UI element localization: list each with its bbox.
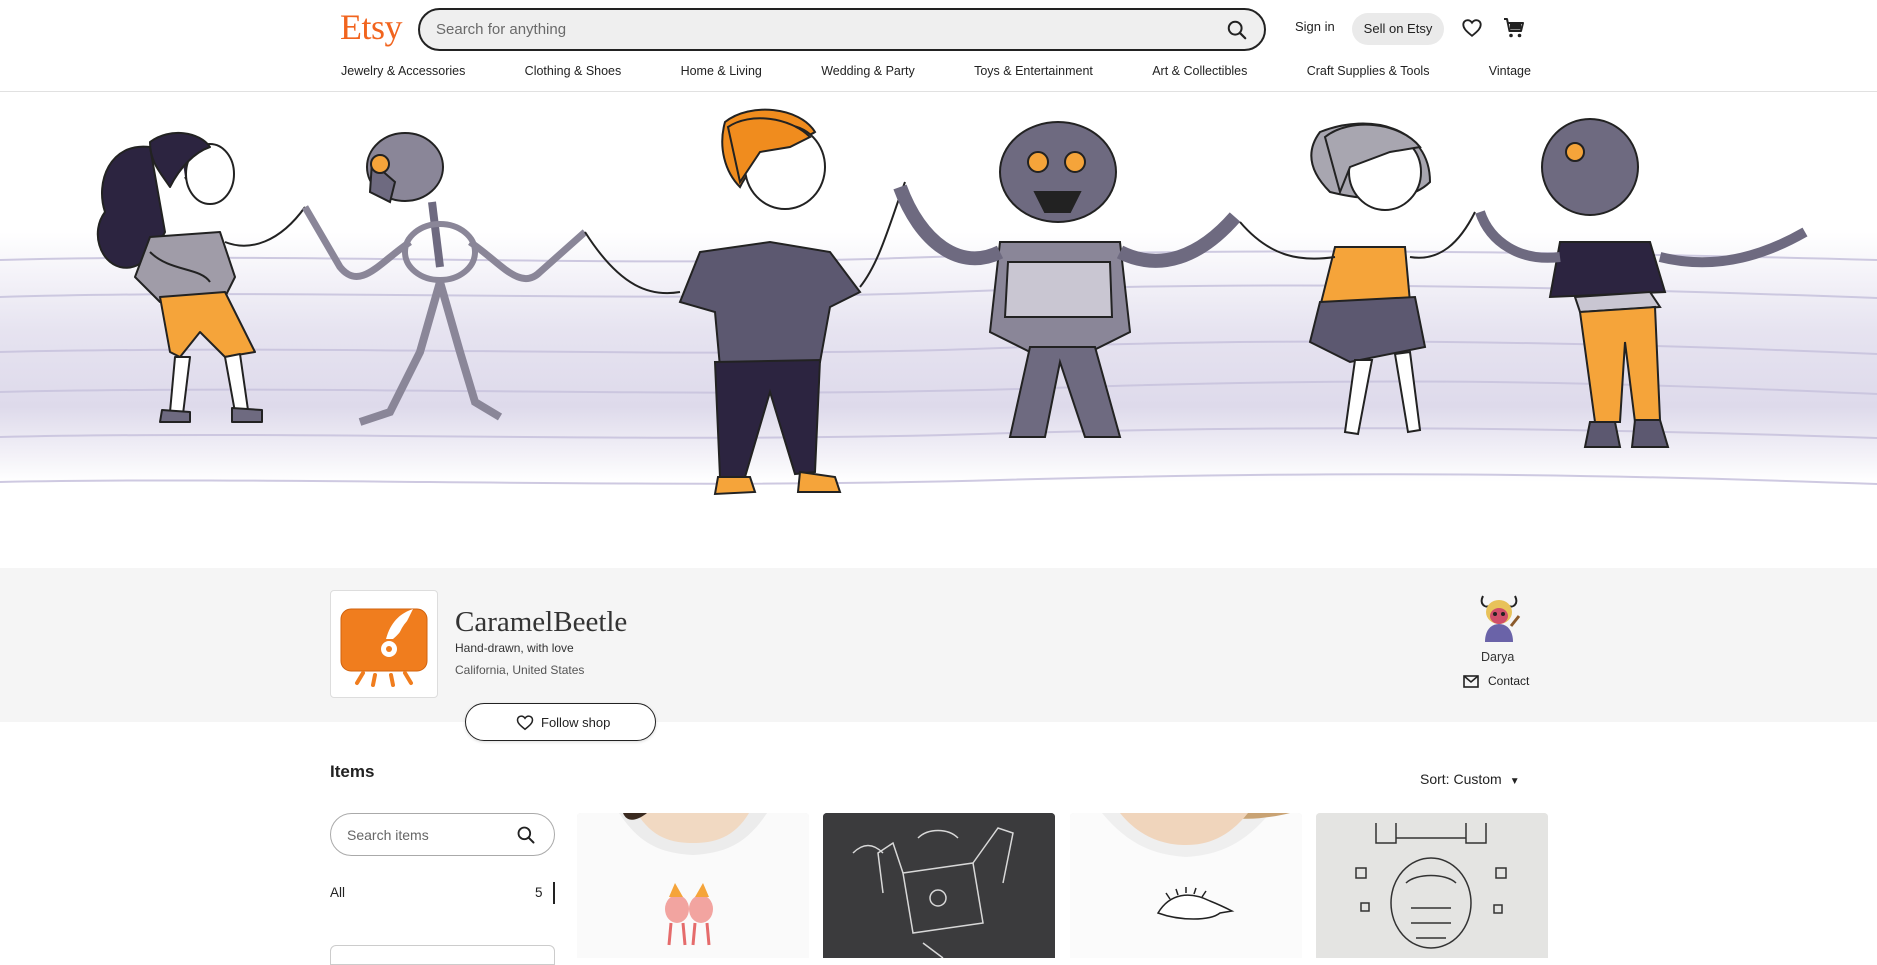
nav-jewelry-accessories[interactable]: Jewelry & Accessories — [341, 64, 465, 78]
search-icon[interactable] — [1226, 19, 1248, 41]
avatar[interactable] — [1475, 590, 1523, 642]
items-heading: Items — [330, 762, 375, 781]
category-nav: Jewelry & Accessories Clothing & Shoes H… — [341, 64, 1531, 78]
filter-all-count: 5 — [535, 885, 543, 900]
nav-vintage[interactable]: Vintage — [1489, 64, 1531, 78]
shop-logo-icon — [340, 608, 428, 687]
shop-banner — [0, 92, 1877, 568]
heart-icon — [516, 715, 534, 731]
follow-shop-label: Follow shop — [541, 715, 611, 730]
search-items-input[interactable]: Search items — [347, 827, 429, 843]
shop-tagline: Hand-drawn, with love — [455, 641, 574, 655]
nav-home-living[interactable]: Home & Living — [681, 64, 762, 78]
sort-dropdown[interactable]: Sort: Custom ▼ — [1420, 771, 1520, 787]
mail-icon — [1463, 675, 1479, 688]
product-card[interactable] — [577, 813, 809, 958]
shop-info-panel — [0, 568, 1877, 722]
banner-illustration — [0, 108, 1877, 496]
owner-avatar-image — [1480, 595, 1521, 642]
shop-owner-name[interactable]: Darya — [1481, 650, 1514, 664]
site-header: Etsy Search for anything Sign in Sell on… — [0, 0, 1877, 92]
nav-craft-supplies-tools[interactable]: Craft Supplies & Tools — [1307, 64, 1430, 78]
shop-logo — [330, 590, 438, 698]
product-card[interactable] — [823, 813, 1055, 958]
product-card[interactable] — [1316, 813, 1548, 958]
active-filter-indicator — [553, 882, 555, 904]
product-image — [823, 813, 1055, 958]
etsy-logo[interactable]: Etsy — [340, 6, 403, 48]
search-bar[interactable]: Search for anything — [418, 8, 1266, 51]
product-image — [1070, 813, 1302, 958]
heart-icon[interactable] — [1461, 17, 1483, 39]
cart-icon[interactable] — [1502, 16, 1526, 40]
follow-shop-button[interactable]: Follow shop — [465, 703, 656, 741]
filter-section — [330, 945, 555, 965]
sign-in-link[interactable]: Sign in — [1295, 19, 1335, 34]
product-card[interactable] — [1070, 813, 1302, 958]
shop-name: CaramelBeetle — [455, 606, 628, 638]
product-image — [1316, 813, 1548, 958]
nav-wedding-party[interactable]: Wedding & Party — [821, 64, 915, 78]
sort-label: Sort: Custom — [1420, 771, 1502, 787]
shop-location: California, United States — [455, 663, 585, 677]
nav-toys-entertainment[interactable]: Toys & Entertainment — [974, 64, 1093, 78]
contact-label: Contact — [1488, 674, 1530, 688]
nav-art-collectibles[interactable]: Art & Collectibles — [1152, 64, 1247, 78]
nav-clothing-shoes[interactable]: Clothing & Shoes — [525, 64, 622, 78]
sell-on-etsy-button[interactable]: Sell on Etsy — [1352, 13, 1444, 45]
search-items-field[interactable]: Search items — [330, 813, 555, 856]
search-icon[interactable] — [516, 825, 536, 845]
filter-all[interactable]: All — [330, 885, 345, 900]
search-input[interactable]: Search for anything — [436, 21, 566, 38]
product-image — [577, 813, 809, 958]
caret-down-icon: ▼ — [1509, 776, 1520, 787]
